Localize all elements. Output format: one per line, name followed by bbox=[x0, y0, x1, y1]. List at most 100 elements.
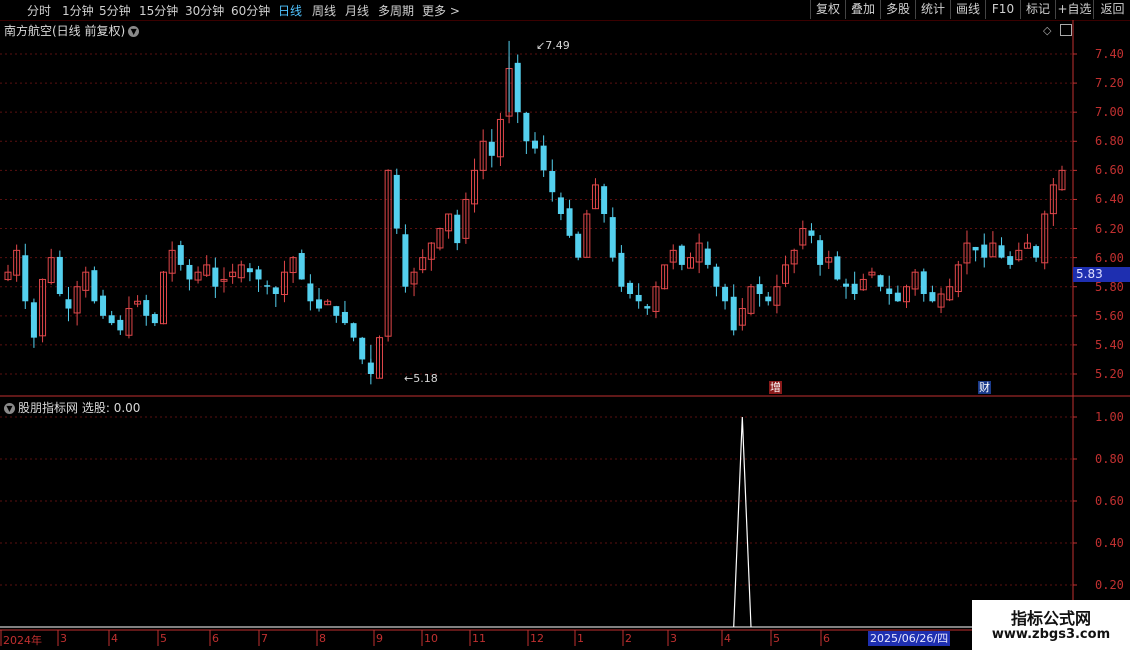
candle-body bbox=[972, 246, 979, 251]
zeng-badge[interactable]: 增 bbox=[769, 381, 782, 394]
candle-body bbox=[644, 306, 651, 309]
candle-body bbox=[316, 299, 323, 309]
time-tick-label: 12 bbox=[530, 632, 544, 645]
candle-body bbox=[514, 62, 521, 113]
candle-body bbox=[756, 284, 763, 294]
indicator-name: 股朋指标网 bbox=[18, 401, 79, 415]
candle-body bbox=[894, 292, 901, 302]
candle-body bbox=[549, 171, 556, 193]
indicator-value: 选股: 0.00 bbox=[81, 401, 141, 415]
candle-body bbox=[704, 248, 711, 265]
candle-body bbox=[117, 319, 124, 331]
indicator-tick-label: 0.40 bbox=[1095, 536, 1124, 550]
candle-body bbox=[998, 245, 1005, 258]
candle-body bbox=[566, 208, 573, 236]
price-tick-label: 6.40 bbox=[1095, 192, 1124, 207]
candle-body bbox=[609, 217, 616, 258]
price-tick-label: 6.00 bbox=[1095, 250, 1124, 265]
indicator-tick-label: 0.80 bbox=[1095, 452, 1124, 466]
candle-body bbox=[601, 186, 608, 214]
candle-body bbox=[851, 283, 858, 294]
time-tick-label: 4 bbox=[111, 632, 118, 645]
candle-body bbox=[618, 252, 625, 287]
candle-body bbox=[298, 253, 305, 280]
watermark-logo: 指标公式网 www.zbgs3.com bbox=[972, 600, 1130, 650]
candle-body bbox=[333, 306, 340, 316]
candle-body bbox=[393, 174, 400, 229]
candle-body bbox=[246, 268, 253, 273]
price-tick-label: 6.20 bbox=[1095, 221, 1124, 236]
candle-body bbox=[143, 300, 150, 316]
candle-body bbox=[22, 255, 29, 302]
high-price-label: ↙7.49 bbox=[536, 39, 570, 52]
diamond-icon[interactable]: ◇ bbox=[1043, 24, 1051, 37]
candle-body bbox=[808, 230, 815, 236]
candle-body bbox=[532, 140, 538, 149]
price-tick-label: 5.60 bbox=[1095, 308, 1124, 323]
candle-body bbox=[350, 323, 357, 338]
time-tick-label: 5 bbox=[160, 632, 167, 645]
candle-body bbox=[627, 282, 634, 294]
candle-body bbox=[30, 302, 37, 338]
candle-body bbox=[523, 112, 530, 142]
candle-body bbox=[91, 270, 98, 302]
candle-body bbox=[635, 294, 642, 302]
cursor-date-badge: 2025/06/26/四 bbox=[868, 631, 951, 646]
candle-body bbox=[272, 287, 279, 294]
candle-body bbox=[255, 269, 262, 280]
time-tick-label: 10 bbox=[424, 632, 438, 645]
chevron-down-icon[interactable]: ▼ bbox=[4, 403, 15, 414]
candle-body bbox=[56, 256, 63, 294]
low-price-label: ←5.18 bbox=[404, 372, 438, 385]
price-tick-label: 6.60 bbox=[1095, 163, 1124, 178]
time-tick-label: 9 bbox=[376, 632, 383, 645]
candle-body bbox=[557, 197, 564, 214]
time-tick-label: 6 bbox=[212, 632, 219, 645]
time-tick-label: 8 bbox=[319, 632, 326, 645]
time-tick-label: 2024年 bbox=[3, 634, 42, 647]
candle-body bbox=[540, 145, 547, 171]
candle-body bbox=[307, 283, 314, 302]
price-tick-label: 7.00 bbox=[1095, 105, 1124, 120]
candle-body bbox=[100, 295, 107, 316]
candle-body bbox=[886, 288, 893, 294]
time-tick-label: 11 bbox=[472, 632, 486, 645]
time-tick-label: 4 bbox=[724, 632, 731, 645]
price-tick-label: 7.40 bbox=[1095, 47, 1124, 61]
high-price-value: 7.49 bbox=[545, 39, 570, 52]
cai-badge[interactable]: 财 bbox=[978, 381, 991, 394]
time-tick-label: 6 bbox=[823, 632, 830, 645]
candle-body bbox=[186, 264, 193, 280]
candle-body bbox=[843, 283, 850, 287]
candle-body bbox=[765, 296, 772, 302]
candle-body bbox=[678, 245, 685, 265]
watermark-url: www.zbgs3.com bbox=[991, 627, 1111, 642]
candle-body bbox=[877, 275, 884, 287]
time-tick-label: 3 bbox=[60, 632, 67, 645]
candle-body bbox=[1033, 246, 1040, 258]
indicator-tick-label: 0.60 bbox=[1095, 494, 1124, 508]
price-tick-label: 5.40 bbox=[1095, 337, 1124, 352]
time-tick-label: 3 bbox=[670, 632, 677, 645]
candle-body bbox=[929, 292, 936, 302]
price-tick-label: 7.20 bbox=[1095, 76, 1124, 91]
panel-toggle-icon[interactable] bbox=[1060, 24, 1072, 36]
time-tick-label: 2 bbox=[625, 632, 632, 645]
price-tick-label: 6.80 bbox=[1095, 134, 1124, 149]
candle-body bbox=[264, 285, 271, 287]
low-price-value: 5.18 bbox=[413, 372, 438, 385]
candle-body bbox=[575, 233, 582, 258]
price-tick-label: 5.20 bbox=[1095, 367, 1124, 381]
candle-body bbox=[722, 286, 729, 302]
candle-body bbox=[920, 271, 927, 294]
chart-canvas[interactable] bbox=[0, 0, 1130, 650]
candle-body bbox=[730, 296, 737, 331]
candle-body bbox=[834, 256, 841, 280]
candle-body bbox=[151, 314, 158, 324]
watermark-title: 指标公式网 bbox=[1010, 609, 1091, 628]
time-tick-label: 5 bbox=[773, 632, 780, 645]
candle-body bbox=[65, 299, 72, 309]
time-tick-label: 7 bbox=[261, 632, 268, 645]
candle-body bbox=[177, 245, 184, 265]
indicator-tick-label: 1.00 bbox=[1095, 410, 1124, 424]
